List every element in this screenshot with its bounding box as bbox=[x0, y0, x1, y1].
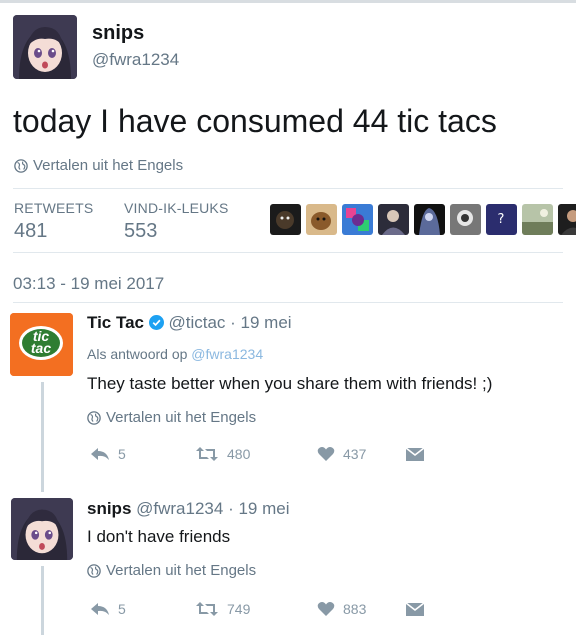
reply1-header: Tic Tac @tictac · 19 mei bbox=[87, 313, 292, 333]
reply-button[interactable]: 5 bbox=[90, 601, 195, 617]
retweet-count: 749 bbox=[227, 601, 251, 617]
main-display-name[interactable]: snips bbox=[92, 22, 144, 45]
reply-prefix: Als antwoord op bbox=[87, 346, 188, 362]
envelope-icon bbox=[405, 601, 425, 616]
snips-avatar[interactable] bbox=[13, 15, 77, 79]
liker-avatar[interactable] bbox=[306, 204, 337, 235]
liker-avatar[interactable] bbox=[450, 204, 481, 235]
reply-icon bbox=[91, 603, 109, 615]
reply2-text: I don't have friends bbox=[87, 527, 231, 546]
main-timestamp[interactable]: 03:13 - 19 mei 2017 bbox=[13, 274, 164, 294]
translate-link[interactable]: Vertalen uit het Engels bbox=[14, 157, 183, 174]
liker-avatar[interactable] bbox=[270, 204, 301, 235]
reply1-translate-link[interactable]: Vertalen uit het Engels bbox=[87, 409, 256, 426]
liker-avatars: ? bbox=[270, 204, 576, 235]
dm-button[interactable] bbox=[405, 446, 425, 462]
likes-label[interactable]: VIND-IK-LEUKS bbox=[124, 200, 229, 216]
like-count: 437 bbox=[343, 446, 367, 462]
translate-label: Vertalen uit het Engels bbox=[33, 157, 184, 174]
reply1-actions: 5 480 437 bbox=[90, 446, 425, 462]
liker-avatar[interactable] bbox=[378, 204, 409, 235]
globe-icon bbox=[87, 410, 101, 425]
reply2-time[interactable]: · 19 mei bbox=[228, 499, 289, 518]
main-handle[interactable]: @fwra1234 bbox=[92, 50, 179, 70]
retweets-count[interactable]: 481 bbox=[14, 220, 47, 243]
retweet-icon bbox=[196, 447, 218, 461]
reply1-handle[interactable]: @tictac bbox=[168, 313, 225, 332]
top-border bbox=[0, 0, 576, 3]
retweet-icon bbox=[196, 602, 218, 616]
reply2-actions: 5 749 883 bbox=[90, 601, 425, 617]
reply-count: 5 bbox=[118, 446, 126, 462]
translate-label: Vertalen uit het Engels bbox=[106, 409, 257, 426]
thread-line bbox=[41, 382, 44, 492]
likes-count[interactable]: 553 bbox=[124, 220, 157, 243]
tictac-avatar[interactable]: tic tac bbox=[10, 313, 73, 376]
reply1-replying-to: Als antwoord op @fwra1234 bbox=[87, 346, 263, 362]
retweets-label[interactable]: RETWEETS bbox=[14, 200, 93, 216]
reply2-handle[interactable]: @fwra1234 bbox=[136, 499, 223, 518]
reply2-display-name[interactable]: snips bbox=[87, 499, 131, 518]
thread-line bbox=[41, 566, 44, 635]
reply-button[interactable]: 5 bbox=[90, 446, 195, 462]
retweet-button[interactable]: 749 bbox=[195, 601, 317, 617]
main-tweet-text: today I have consumed 44 tic tacs bbox=[13, 103, 497, 139]
liker-avatar[interactable] bbox=[558, 204, 576, 235]
svg-text:?: ? bbox=[498, 212, 505, 227]
like-button[interactable]: 883 bbox=[317, 601, 405, 617]
reply-count: 5 bbox=[118, 601, 126, 617]
snips-reply-avatar[interactable] bbox=[11, 498, 73, 560]
stats-divider-bottom bbox=[13, 252, 563, 253]
reply2-translate-link[interactable]: Vertalen uit het Engels bbox=[87, 562, 256, 579]
like-count: 883 bbox=[343, 601, 367, 617]
liker-avatar[interactable]: ? bbox=[486, 204, 517, 235]
heart-icon bbox=[317, 602, 335, 616]
liker-avatar[interactable] bbox=[522, 204, 553, 235]
reply1-time[interactable]: · 19 mei bbox=[230, 313, 291, 332]
stats-divider-top bbox=[13, 188, 563, 189]
svg-text:tac: tac bbox=[31, 340, 51, 356]
verified-badge-icon bbox=[148, 315, 164, 330]
envelope-icon bbox=[405, 446, 425, 461]
reply-icon bbox=[91, 448, 109, 460]
reply2-header: snips @fwra1234 · 19 mei bbox=[87, 499, 290, 519]
heart-icon bbox=[317, 447, 335, 461]
translate-label: Vertalen uit het Engels bbox=[106, 562, 257, 579]
retweet-count: 480 bbox=[227, 446, 251, 462]
retweet-button[interactable]: 480 bbox=[195, 446, 317, 462]
reply1-text: They taste better when you share them wi… bbox=[87, 374, 493, 393]
reply1-display-name[interactable]: Tic Tac bbox=[87, 313, 144, 332]
reply-to-handle[interactable]: @fwra1234 bbox=[191, 346, 263, 362]
globe-icon bbox=[14, 158, 28, 173]
timestamp-divider bbox=[13, 302, 563, 303]
liker-avatar[interactable] bbox=[342, 204, 373, 235]
like-button[interactable]: 437 bbox=[317, 446, 405, 462]
dm-button[interactable] bbox=[405, 601, 425, 617]
globe-icon bbox=[87, 563, 101, 578]
liker-avatar[interactable] bbox=[414, 204, 445, 235]
